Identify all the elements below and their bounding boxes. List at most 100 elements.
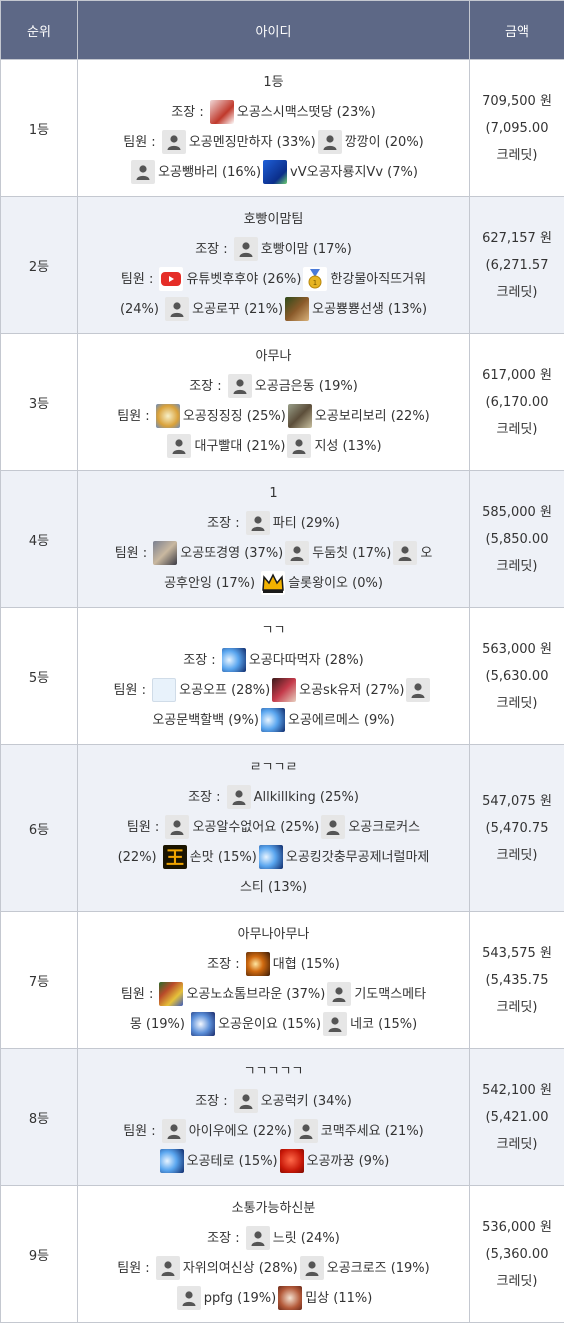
member-text: 공후안잉 (17%) xyxy=(164,576,259,591)
member-line: 팀원 : 오공노쇼톰브라운 (37%)기도맥스메타 xyxy=(82,980,465,1010)
youtube-play-icon[interactable] xyxy=(159,267,183,291)
team-cell: ㄱㄱ조장 : 오공다따먹자 (28%)팀원 : 오공오프 (28%)오공sk유저… xyxy=(78,608,470,745)
member-line: 팀원 : 아이우에오 (22%)코맥주세요 (21%) xyxy=(82,1117,465,1147)
user-avatar-icon[interactable] xyxy=(156,1256,180,1280)
blue-glow-icon[interactable] xyxy=(191,1012,215,1036)
user-avatar-icon[interactable] xyxy=(246,1226,270,1250)
user-avatar-icon[interactable] xyxy=(234,1089,258,1113)
rank-cell: 2등 xyxy=(1,197,78,334)
user-avatar-icon[interactable] xyxy=(406,678,430,702)
member-text: 오공킹갓충무공제너럴마제 xyxy=(286,850,430,865)
member-line: 조장 : 호빵이맘 (17%) xyxy=(82,235,465,265)
member-line: 팀원 : 오공또경영 (37%)두둠칫 (17%)오 xyxy=(82,539,465,569)
member-text: 오공다따먹자 (28%) xyxy=(249,653,364,668)
team-name: ㄱㄱㄱㄱㄱ xyxy=(82,1057,465,1087)
member-text: vV오공자룡지Vv (7%) xyxy=(290,165,418,180)
member-text: 지성 (13%) xyxy=(314,439,381,454)
team-cell: 호빵이맘팀조장 : 호빵이맘 (17%)팀원 : 유튜벳후후야 (26%)1한강… xyxy=(78,197,470,334)
amount-value: 543,575 원 xyxy=(470,940,564,967)
user-avatar-icon[interactable] xyxy=(321,815,345,839)
user-avatar-icon[interactable] xyxy=(393,541,417,565)
member-line: 조장 : 오공다따먹자 (28%) xyxy=(82,646,465,676)
member-text: ppfg (19%) xyxy=(204,1291,277,1306)
user-avatar-icon[interactable] xyxy=(167,434,191,458)
user-avatar-icon[interactable] xyxy=(285,541,309,565)
team-cell: ㄹㄱㄱㄹ조장 : Allkillking (25%)팀원 : 오공알수없어요 (… xyxy=(78,745,470,912)
blue-pouch-icon[interactable] xyxy=(263,160,287,184)
team-name: 소통가능하신분 xyxy=(82,1194,465,1224)
member-text: 대구빨대 (21%) xyxy=(194,439,285,454)
compass-icon[interactable] xyxy=(156,404,180,428)
anime-avatar-icon[interactable] xyxy=(272,678,296,702)
user-avatar-icon[interactable] xyxy=(287,434,311,458)
king-glyph-icon[interactable]: 王 xyxy=(163,845,187,869)
member-line: 오공문백할백 (9%)오공에르메스 (9%) xyxy=(82,706,465,736)
header-rank: 순위 xyxy=(1,1,78,60)
user-avatar-icon[interactable] xyxy=(246,511,270,535)
clock-character-icon[interactable] xyxy=(210,100,234,124)
goblin-icon[interactable] xyxy=(285,297,309,321)
team-cell: 아무나조장 : 오공금은동 (19%)팀원 : 오공징징징 (25%)오공보리보… xyxy=(78,334,470,471)
user-avatar-icon[interactable] xyxy=(131,160,155,184)
user-avatar-icon[interactable] xyxy=(228,374,252,398)
member-text: 자위의여신상 (28%) xyxy=(183,1261,298,1276)
crown-icon[interactable] xyxy=(261,571,285,595)
cartoon-face-icon[interactable] xyxy=(278,1286,302,1310)
user-avatar-icon[interactable] xyxy=(177,1286,201,1310)
member-line: 대구빨대 (21%) 지성 (13%) xyxy=(82,432,465,462)
member-line: ppfg (19%) 밉상 (11%) xyxy=(82,1284,465,1314)
member-text: 슬롯왕이오 (0%) xyxy=(288,576,383,591)
team-cell: 1조장 : 파티 (29%)팀원 : 오공또경영 (37%)두둠칫 (17%)오… xyxy=(78,471,470,608)
blank-avatar-icon[interactable] xyxy=(152,678,176,702)
red-ball-icon[interactable] xyxy=(280,1149,304,1173)
member-text: 팀원 : xyxy=(121,272,158,287)
member-line: 팀원 : 오공징징징 (25%)오공보리보리 (22%) xyxy=(82,402,465,432)
user-avatar-icon[interactable] xyxy=(234,237,258,261)
member-text: 오공럭키 (34%) xyxy=(261,1094,352,1109)
user-avatar-icon[interactable] xyxy=(300,1256,324,1280)
user-avatar-icon[interactable] xyxy=(162,1119,186,1143)
amount-cell: 536,000 원(5,360.00크레딧) xyxy=(470,1186,564,1323)
team-name: ㄹㄱㄱㄹ xyxy=(82,753,465,783)
credit-value: (6,170.00 xyxy=(470,389,564,416)
team-cell: ㄱㄱㄱㄱㄱ조장 : 오공럭키 (34%)팀원 : 아이우에오 (22%)코맥주세… xyxy=(78,1049,470,1186)
user-avatar-icon[interactable] xyxy=(165,815,189,839)
user-avatar-icon[interactable] xyxy=(294,1119,318,1143)
credit-value: (5,850.00 xyxy=(470,526,564,553)
amount-value: 585,000 원 xyxy=(470,499,564,526)
member-text: 오 xyxy=(420,546,432,561)
photo-icon[interactable] xyxy=(153,541,177,565)
credit-value: 크레딧) xyxy=(470,553,564,580)
table-row: 7등아무나아무나조장 : 대협 (15%)팀원 : 오공노쇼톰브라운 (37%)… xyxy=(1,912,564,1049)
landscape-icon[interactable] xyxy=(288,404,312,428)
table-row: 3등아무나조장 : 오공금은동 (19%)팀원 : 오공징징징 (25%)오공보… xyxy=(1,334,564,471)
rank-cell: 8등 xyxy=(1,1049,78,1186)
table-row: 8등ㄱㄱㄱㄱㄱ조장 : 오공럭키 (34%)팀원 : 아이우에오 (22%)코맥… xyxy=(1,1049,564,1186)
member-text: 밉상 (11%) xyxy=(305,1291,372,1306)
user-avatar-icon[interactable] xyxy=(327,982,351,1006)
fire-icon[interactable] xyxy=(246,952,270,976)
amount-value: 547,075 원 xyxy=(470,788,564,815)
amount-cell: 542,100 원(5,421.00크레딧) xyxy=(470,1049,564,1186)
rank-cell: 3등 xyxy=(1,334,78,471)
blue-glow-icon[interactable] xyxy=(222,648,246,672)
member-text: 오공크로커스 xyxy=(348,820,420,835)
user-avatar-icon[interactable] xyxy=(227,785,251,809)
user-avatar-icon[interactable] xyxy=(318,130,342,154)
member-text: 두둠칫 (17%) xyxy=(312,546,391,561)
pixel-grid-icon[interactable] xyxy=(159,982,183,1006)
user-avatar-icon[interactable] xyxy=(165,297,189,321)
member-text: 오공징징징 (25%) xyxy=(183,409,286,424)
amount-cell: 627,157 원(6,271.57크레딧) xyxy=(470,197,564,334)
member-text: 오공오프 (28%) xyxy=(179,683,270,698)
blue-glow-icon[interactable] xyxy=(160,1149,184,1173)
user-avatar-icon[interactable] xyxy=(162,130,186,154)
blue-glow-icon[interactable] xyxy=(261,708,285,732)
blue-glow-icon[interactable] xyxy=(259,845,283,869)
member-text: 조장 : xyxy=(183,653,220,668)
medal-icon[interactable]: 1 xyxy=(303,267,327,291)
member-line: 팀원 : 유튜벳후후야 (26%)1한강물아직뜨거워 xyxy=(82,265,465,295)
user-avatar-icon[interactable] xyxy=(323,1012,347,1036)
credit-value: (6,271.57 xyxy=(470,252,564,279)
member-line: 조장 : 파티 (29%) xyxy=(82,509,465,539)
